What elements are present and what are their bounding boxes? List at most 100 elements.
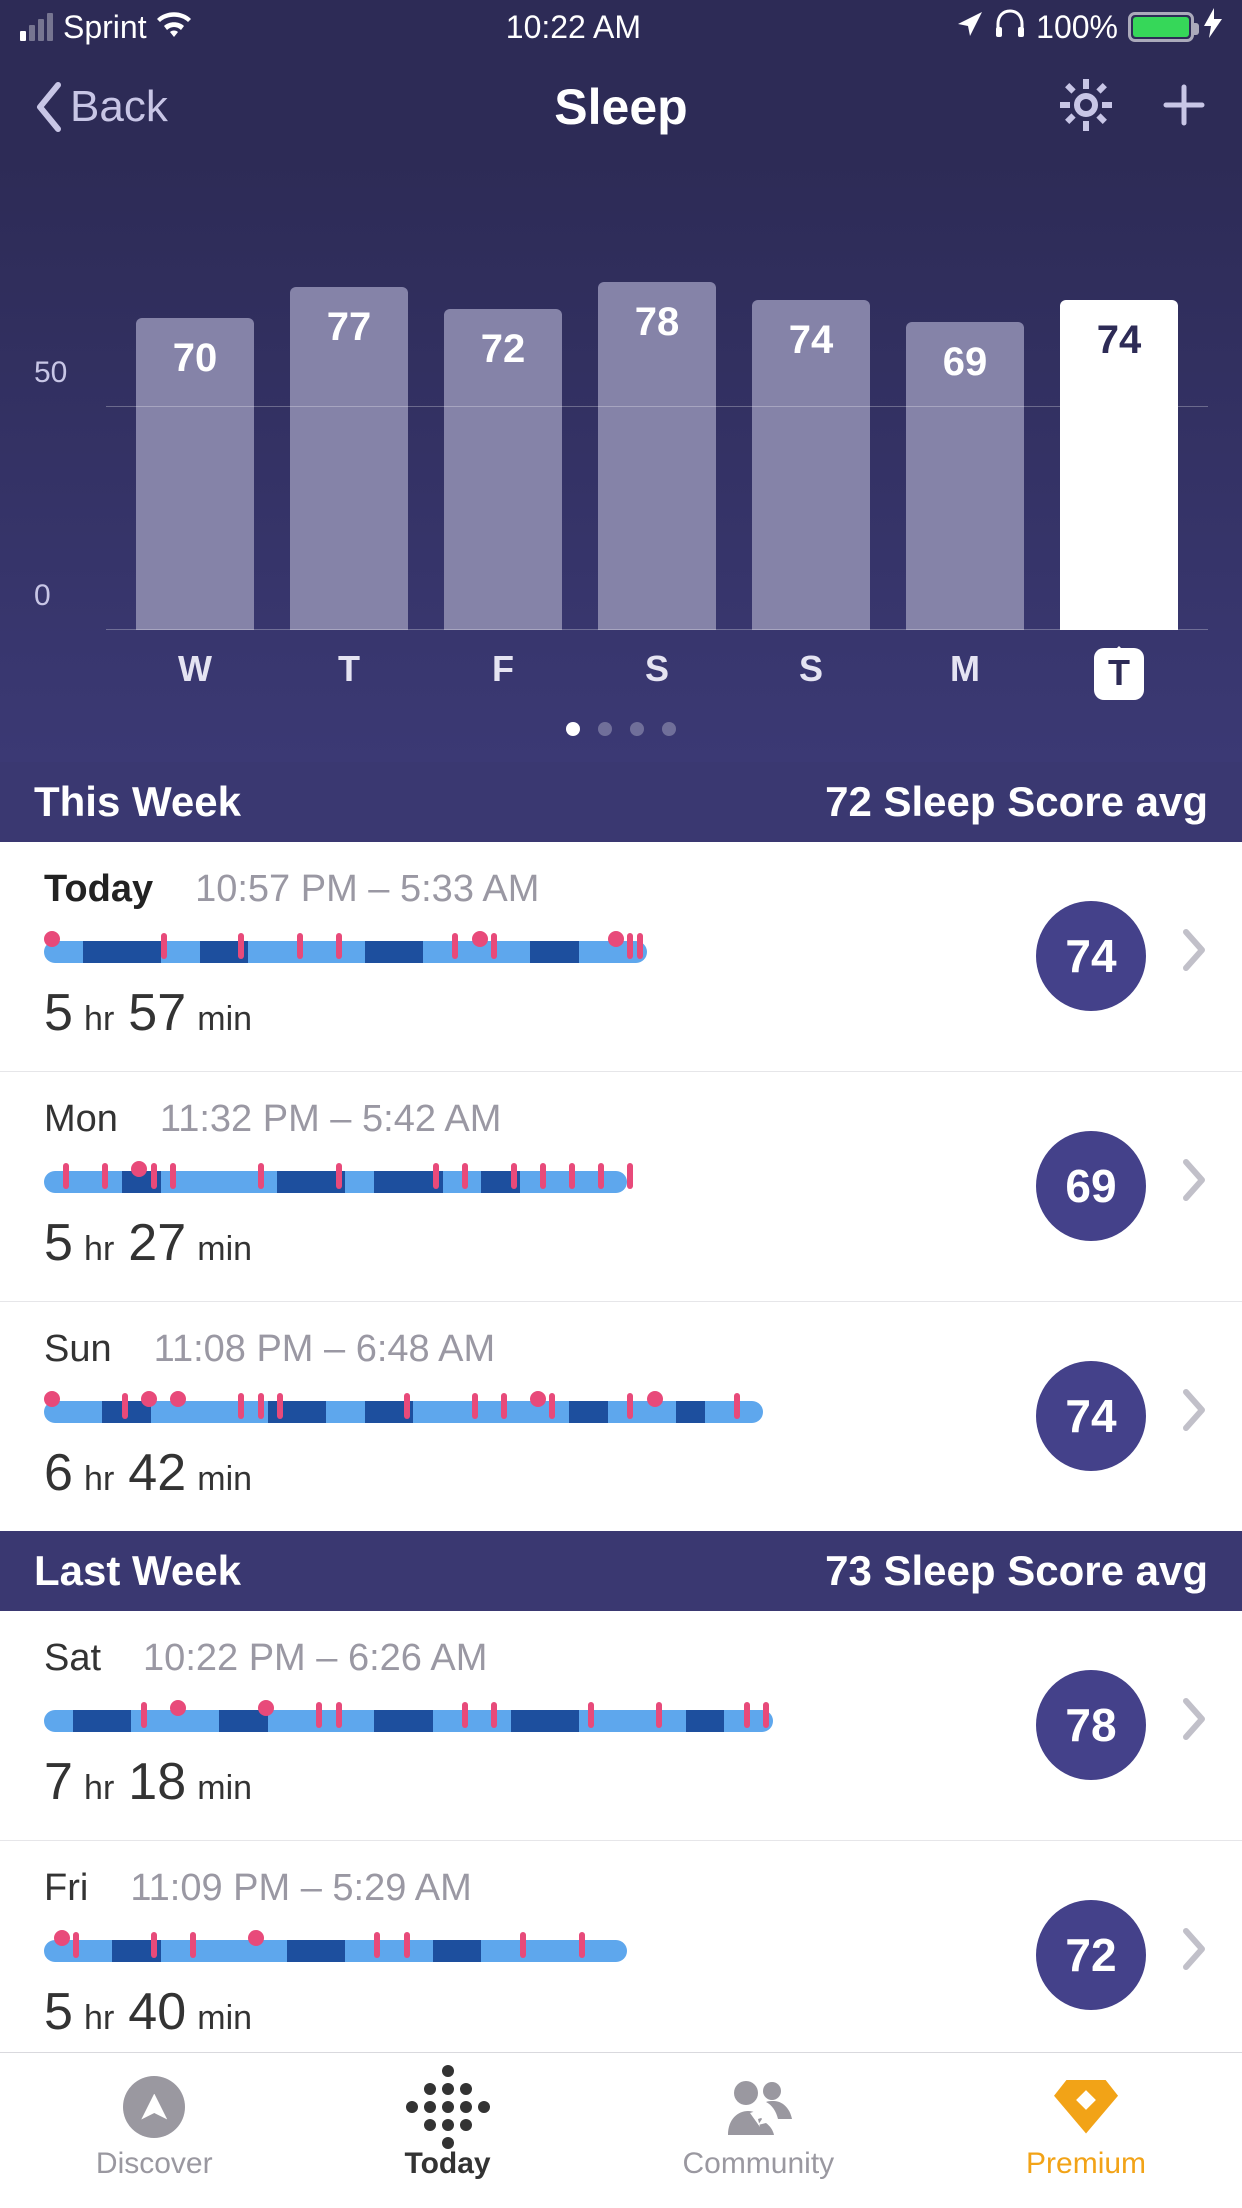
row-day-label: Sun <box>44 1328 112 1371</box>
tab-discover[interactable]: Discover <box>96 2075 213 2181</box>
chevron-right-icon <box>1182 928 1208 984</box>
row-duration: 5 hr57 min <box>44 983 1016 1043</box>
chart-bar[interactable]: 74 <box>1060 300 1178 630</box>
section-header: This Week 72 Sleep Score avg <box>0 762 1242 842</box>
chevron-right-icon <box>1182 1697 1208 1753</box>
wifi-icon <box>157 9 191 46</box>
plus-icon <box>1160 81 1208 129</box>
tab-label: Today <box>404 2147 490 2181</box>
weekly-sleep-chart[interactable]: 050 70777278746974 WTFSSMT <box>0 160 1242 762</box>
chevron-left-icon <box>34 81 64 133</box>
chart-bar[interactable]: 77 <box>290 287 408 630</box>
tab-label: Premium <box>1026 2147 1146 2181</box>
charging-icon <box>1204 8 1222 46</box>
gear-icon <box>1060 79 1112 131</box>
page-title: Sleep <box>554 78 687 136</box>
tab-bar: Discover Today Community Premium <box>0 2052 1242 2208</box>
row-day-label: Mon <box>44 1098 118 1141</box>
chart-bar[interactable]: 69 <box>906 322 1024 630</box>
community-icon <box>718 2075 798 2139</box>
row-time-label: 10:22 PM – 6:26 AM <box>143 1637 487 1680</box>
section-summary: 73 Sleep Score avg <box>825 1547 1208 1595</box>
section-title: This Week <box>34 778 241 826</box>
sleep-score-badge: 74 <box>1036 901 1146 1011</box>
clock-label: 10:22 AM <box>506 9 641 46</box>
chart-bar[interactable]: 72 <box>444 309 562 630</box>
pager-dot[interactable] <box>630 722 644 736</box>
x-tick-label[interactable]: M <box>906 648 1024 700</box>
row-time-label: 11:09 PM – 5:29 AM <box>130 1867 472 1910</box>
sleep-row[interactable]: Today 10:57 PM – 5:33 AM 5 hr57 min 74 <box>0 842 1242 1072</box>
battery-icon <box>1128 12 1194 42</box>
sleep-row[interactable]: Mon 11:32 PM – 5:42 AM 5 hr27 min 69 <box>0 1072 1242 1302</box>
row-duration: 6 hr42 min <box>44 1443 1016 1503</box>
diamond-icon <box>1054 2080 1118 2134</box>
carrier-label: Sprint <box>63 9 147 46</box>
chevron-right-icon <box>1182 1158 1208 1214</box>
chart-bar[interactable]: 70 <box>136 318 254 630</box>
row-duration: 7 hr18 min <box>44 1752 1016 1812</box>
row-time-label: 10:57 PM – 5:33 AM <box>195 868 539 911</box>
tab-community[interactable]: Community <box>682 2075 834 2181</box>
x-tick-label[interactable]: S <box>598 648 716 700</box>
sleep-log: This Week 72 Sleep Score avg Today 10:57 PM… <box>0 762 1242 2070</box>
compass-icon <box>123 2076 185 2138</box>
row-day-label: Fri <box>44 1867 88 1910</box>
tab-premium[interactable]: Premium <box>1026 2075 1146 2181</box>
x-tick-label[interactable]: W <box>136 648 254 700</box>
nav-bar: Back Sleep <box>0 54 1242 160</box>
signal-icon <box>20 13 53 41</box>
battery-pct-label: 100% <box>1036 9 1118 46</box>
pager-dot[interactable] <box>566 722 580 736</box>
sleep-row[interactable]: Sun 11:08 PM – 6:48 AM 6 hr42 min 74 <box>0 1302 1242 1531</box>
location-icon <box>956 9 984 46</box>
chart-x-axis: WTFSSMT <box>106 638 1208 704</box>
chart-pager[interactable] <box>34 704 1208 758</box>
sleep-score-badge: 78 <box>1036 1670 1146 1780</box>
row-duration: 5 hr27 min <box>44 1213 1016 1273</box>
chart-y-axis: 0 50 <box>34 184 96 630</box>
row-time-label: 11:08 PM – 6:48 AM <box>154 1328 496 1371</box>
hypnogram <box>44 1932 1016 1966</box>
x-tick-label[interactable]: T <box>290 648 408 700</box>
row-duration: 5 hr40 min <box>44 1982 1016 2042</box>
hypnogram <box>44 933 1016 967</box>
y-tick-label: 50 <box>34 356 67 390</box>
tab-today[interactable]: Today <box>404 2075 490 2181</box>
sleep-row[interactable]: Fri 11:09 PM – 5:29 AM 5 hr40 min 72 <box>0 1841 1242 2070</box>
tab-label: Community <box>682 2147 834 2181</box>
hypnogram <box>44 1702 1016 1736</box>
sleep-score-badge: 74 <box>1036 1361 1146 1471</box>
section-header: Last Week 73 Sleep Score avg <box>0 1531 1242 1611</box>
headphones-icon <box>994 8 1026 46</box>
sleep-score-badge: 72 <box>1036 1900 1146 2010</box>
add-button[interactable] <box>1160 81 1208 134</box>
chart-bars: 70777278746974 <box>136 184 1178 630</box>
pager-dot[interactable] <box>662 722 676 736</box>
sleep-row[interactable]: Sat 10:22 PM – 6:26 AM 7 hr18 min 78 <box>0 1611 1242 1841</box>
row-time-label: 11:32 PM – 5:42 AM <box>160 1098 502 1141</box>
sleep-score-badge: 69 <box>1036 1131 1146 1241</box>
back-label: Back <box>70 82 168 132</box>
back-button[interactable]: Back <box>34 81 168 133</box>
hypnogram <box>44 1163 1016 1197</box>
x-tick-label[interactable]: S <box>752 648 870 700</box>
chart-bar[interactable]: 74 <box>752 300 870 630</box>
x-tick-label[interactable]: T <box>1060 648 1178 700</box>
settings-button[interactable] <box>1060 79 1112 136</box>
x-tick-label[interactable]: F <box>444 648 562 700</box>
row-day-label: Sat <box>44 1637 101 1680</box>
fitbit-dots-icon <box>406 2065 490 2149</box>
chart-plot: 70777278746974 <box>106 184 1208 630</box>
chart-bar[interactable]: 78 <box>598 282 716 630</box>
pager-dot[interactable] <box>598 722 612 736</box>
chevron-right-icon <box>1182 1927 1208 1983</box>
chevron-right-icon <box>1182 1388 1208 1444</box>
row-day-label: Today <box>44 868 153 911</box>
section-title: Last Week <box>34 1547 241 1595</box>
hypnogram <box>44 1393 1016 1427</box>
status-bar: Sprint 10:22 AM 100% <box>0 0 1242 54</box>
section-summary: 72 Sleep Score avg <box>825 778 1208 826</box>
y-tick-label: 0 <box>34 579 51 613</box>
tab-label: Discover <box>96 2147 213 2181</box>
